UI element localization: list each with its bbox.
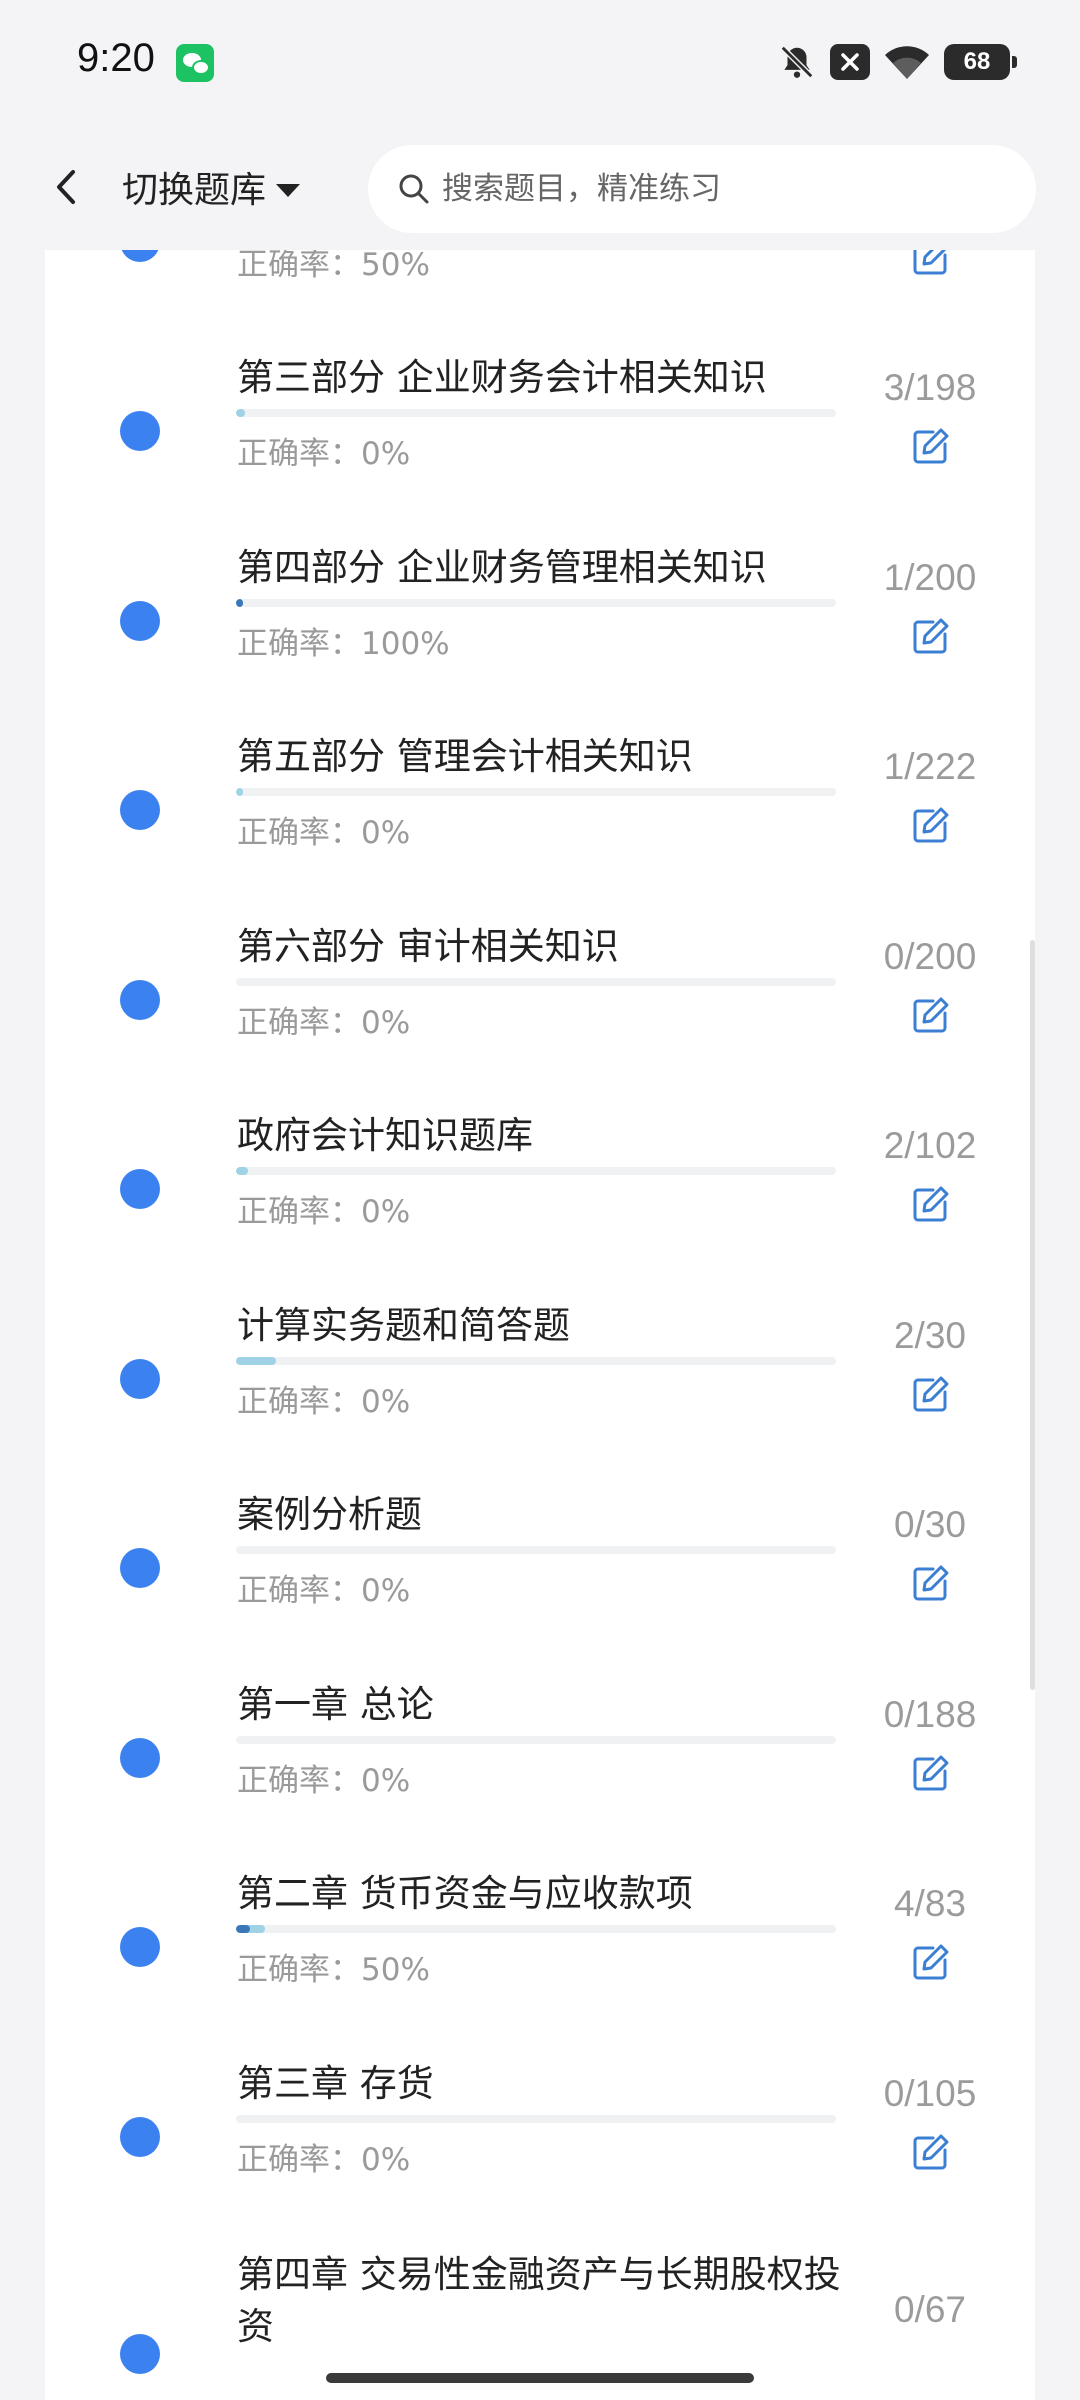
accuracy-text: 正确率：0%	[237, 815, 411, 851]
edit-icon[interactable]	[911, 250, 951, 277]
row-title: 第二章 货币资金与应收款项	[237, 1872, 693, 1915]
row-title: 第三部分 企业财务会计相关知识	[237, 356, 767, 399]
row-title: 第六部分 审计相关知识	[237, 925, 619, 968]
search-icon	[396, 171, 432, 207]
progress-count: 0/200	[883, 936, 977, 977]
accuracy-text: 正确率：0%	[237, 2142, 411, 2178]
switch-question-bank-button[interactable]: 切换题库	[122, 160, 301, 214]
status-dot	[120, 601, 160, 641]
status-dot	[120, 1548, 160, 1588]
edit-icon[interactable]	[911, 616, 951, 656]
row-title: 计算实务题和简答题	[237, 1304, 570, 1347]
search-input[interactable]	[442, 171, 1002, 207]
notification-muted-icon	[778, 43, 816, 81]
status-dot	[120, 1359, 160, 1399]
edit-icon[interactable]	[911, 995, 951, 1035]
status-time: 9:20	[77, 36, 155, 80]
progress-count: 2/30	[893, 1315, 966, 1356]
row-title: 案例分析题	[237, 1493, 422, 1536]
status-dot	[120, 790, 160, 830]
status-icons: 68	[778, 40, 1017, 84]
battery-level: 68	[963, 48, 991, 75]
progress-count: 4/83	[893, 1883, 966, 1924]
progress-bar	[236, 788, 836, 796]
question-bank-row[interactable]: 第三章 存货正确率：0% 0/105	[45, 2040, 1035, 2230]
progress-bar	[236, 978, 836, 986]
progress-bar	[236, 409, 836, 417]
edit-icon[interactable]	[911, 1563, 951, 1603]
accuracy-text: 正确率：0%	[237, 1573, 411, 1609]
progress-count: 0/188	[883, 1694, 977, 1735]
accuracy-text: 正确率：0%	[237, 1194, 411, 1230]
row-title: 第一章 总论	[237, 1683, 434, 1726]
wifi-icon	[884, 43, 930, 81]
accuracy-text: 正确率：100%	[237, 626, 450, 662]
accuracy-text: 正确率：0%	[237, 1384, 411, 1420]
home-indicator[interactable]	[326, 2373, 754, 2383]
row-title: 第四部分 企业财务管理相关知识	[237, 546, 767, 589]
progress-bar	[236, 1925, 836, 1933]
caret-down-icon	[276, 183, 301, 197]
row-title: 第四章 交易性金融资产与长期股权投资	[237, 2253, 841, 2348]
progress-count: 0/30	[893, 1504, 966, 1545]
row-title: 政府会计知识题库	[237, 1114, 533, 1157]
close-box-icon	[830, 44, 870, 80]
edit-icon[interactable]	[911, 1942, 951, 1982]
status-dot	[120, 1738, 160, 1778]
question-bank-row[interactable]: 案例分析题正确率：0% 0/30	[45, 1471, 1035, 1661]
question-bank-row[interactable]: 第六部分 审计相关知识正确率：0% 0/200	[45, 903, 1035, 1093]
progress-bar	[236, 1736, 836, 1744]
status-dot	[120, 1169, 160, 1209]
accuracy-text: 正确率：50%	[237, 250, 430, 283]
question-bank-row[interactable]: 政府会计知识题库正确率：0% 2/102	[45, 1092, 1035, 1282]
status-dot	[120, 411, 160, 451]
row-title: 第三章 存货	[237, 2062, 434, 2105]
progress-bar	[236, 1546, 836, 1554]
progress-bar	[236, 2115, 836, 2123]
edit-icon[interactable]	[911, 426, 951, 466]
question-bank-row[interactable]: 第三部分 企业财务会计相关知识正确率：0% 3/198	[45, 334, 1035, 524]
question-bank-row[interactable]: 第一章 总论正确率：0% 0/188	[45, 1661, 1035, 1851]
status-bar: 9:20 68	[0, 0, 1080, 125]
progress-count: 0/105	[883, 2073, 977, 2114]
accuracy-text: 正确率：0%	[237, 1005, 411, 1041]
accuracy-text: 正确率：0%	[237, 436, 411, 472]
question-bank-row[interactable]: 第四部分 企业财务管理相关知识正确率：100% 1/200	[45, 524, 1035, 714]
back-arrow-icon[interactable]	[42, 162, 92, 212]
progress-bar	[236, 1357, 836, 1365]
status-dot	[120, 2334, 160, 2374]
question-bank-row[interactable]: 第二章 货币资金与应收款项正确率：50% 4/83	[45, 1850, 1035, 2040]
progress-count: 1/222	[883, 746, 977, 787]
progress-bar	[236, 599, 836, 607]
top-bar: 切换题库	[0, 125, 1080, 250]
chapter-list: 正确率：50% 第三部分 企业财务会计相关知识正确率：0% 3/198 第四部分 企业…	[45, 250, 1035, 2400]
edit-icon[interactable]	[911, 1374, 951, 1414]
progress-count: 2/102	[883, 1125, 977, 1166]
switch-question-bank-label: 切换题库	[122, 170, 267, 211]
edit-icon[interactable]	[911, 805, 951, 845]
status-dot	[120, 250, 160, 262]
progress-count: 1/200	[883, 557, 977, 598]
edit-icon[interactable]	[911, 1184, 951, 1224]
row-title: 第五部分 管理会计相关知识	[237, 735, 693, 778]
accuracy-text: 正确率：50%	[237, 1952, 430, 1988]
question-bank-row[interactable]: 正确率：50%	[45, 250, 1035, 335]
status-dot	[120, 1927, 160, 1967]
status-dot	[120, 2117, 160, 2157]
status-dot	[120, 980, 160, 1020]
edit-icon[interactable]	[911, 1753, 951, 1793]
progress-count: 0/67	[893, 2289, 966, 2330]
progress-count: 3/198	[883, 367, 977, 408]
question-bank-row[interactable]: 计算实务题和简答题正确率：0% 2/30	[45, 1282, 1035, 1472]
question-bank-row[interactable]: 第五部分 管理会计相关知识正确率：0% 1/222	[45, 713, 1035, 903]
progress-bar	[236, 1167, 836, 1175]
battery-indicator: 68	[944, 44, 1017, 80]
wechat-icon	[176, 44, 214, 82]
search-bar[interactable]	[368, 145, 1036, 233]
edit-icon[interactable]	[911, 2132, 951, 2172]
accuracy-text: 正确率：0%	[237, 1763, 411, 1799]
